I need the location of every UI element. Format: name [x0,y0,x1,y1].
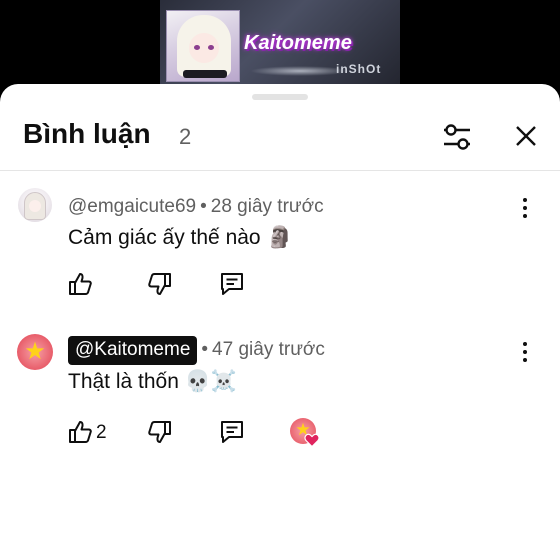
sliders-icon [444,124,470,150]
comment-author-creator[interactable]: @Kaitomeme [68,336,198,365]
comment-item: @emgaicute69 • 28 giây trước Cảm giác ấy t… [0,188,560,308]
comment-meta: @Kaitomeme • 47 giây trước [68,336,325,365]
drag-handle[interactable] [252,94,308,100]
avatar[interactable] [18,188,52,222]
close-button[interactable] [508,120,544,154]
dislike-button[interactable] [146,418,174,446]
heart-icon [304,433,320,448]
thumbs-up-icon [69,273,92,295]
reply-icon [221,421,243,443]
dislike-button[interactable] [146,270,174,298]
more-options-button[interactable] [517,196,533,220]
video-overlay-title: Kaitomeme [244,32,352,54]
comments-title: Bình luận [23,118,151,149]
comment-time: 28 giây trước [210,196,324,217]
like-button[interactable] [66,270,94,298]
like-button[interactable] [66,418,94,446]
avatar[interactable]: ★ [17,334,53,370]
reply-button[interactable] [218,270,246,298]
video-watermark: inShOt [336,62,382,76]
comments-count: 2 [179,124,192,149]
close-icon [516,126,536,146]
header-divider [0,170,560,171]
more-options-button[interactable] [517,340,533,364]
like-count: 2 [96,422,107,443]
video-player[interactable]: Kaitomeme inShOt [0,0,560,96]
reply-icon [221,273,243,295]
thumbs-down-icon [148,421,171,443]
comments-sheet: Bình luận 2 @emgaicute69 • 28 giây trước C… [0,84,560,560]
reply-button[interactable] [218,418,246,446]
comment-author[interactable]: @emgaicute69 [68,196,196,217]
comment-text: Thật là thốn 💀☠️ [68,370,238,393]
comment-meta: @emgaicute69 • 28 giây trước [68,196,324,217]
thumbs-up-icon [69,421,92,443]
comment-item: ★ @Kaitomeme • 47 giây trước Thật là thốn … [0,334,560,464]
comment-text: Cảm giác ấy thế nào 🗿 [68,226,293,249]
sort-filter-button[interactable] [438,120,476,154]
video-frame: Kaitomeme inShOt [160,0,400,86]
comment-time: 47 giây trước [212,339,325,360]
thumbs-down-icon [148,273,171,295]
anime-character-image [166,10,240,82]
